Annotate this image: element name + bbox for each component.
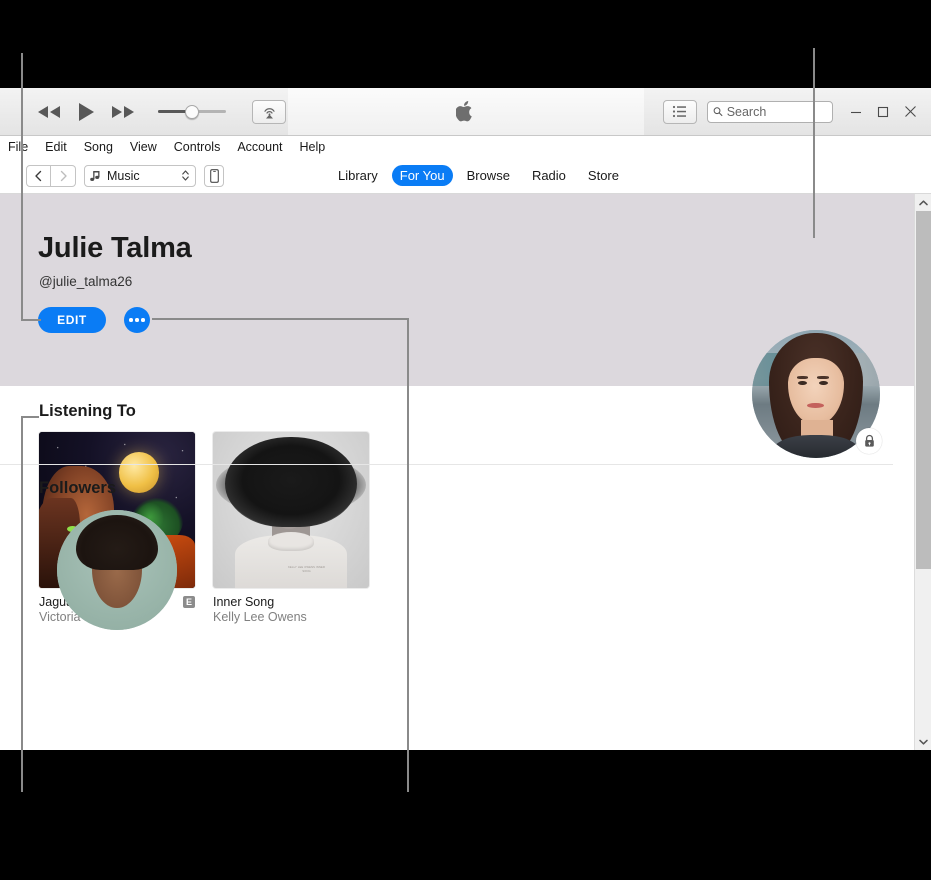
- album-artist: Kelly Lee Owens: [213, 610, 307, 624]
- player-toolbar: [0, 88, 931, 136]
- avatar-brow: [796, 376, 809, 379]
- chevron-left-icon: [35, 170, 42, 181]
- forward-button[interactable]: [51, 164, 76, 187]
- album-artwork-inner-song[interactable]: KELLY LEE OWENS INNER SONG: [213, 432, 369, 588]
- section-divider: [0, 464, 893, 465]
- phone-icon: [209, 168, 219, 183]
- volume-knob[interactable]: [185, 104, 199, 119]
- album-title: Inner Song: [213, 595, 275, 609]
- album-title-row: Inner Song: [213, 595, 369, 609]
- navigation-bar: Music Library For You Browse Radio Store: [0, 158, 931, 194]
- menu-bar: File Edit Song View Controls Account Hel…: [0, 136, 931, 158]
- fast-forward-button[interactable]: [110, 104, 136, 120]
- rewind-icon: [38, 105, 60, 118]
- menu-item-edit[interactable]: Edit: [45, 140, 67, 154]
- menu-item-song[interactable]: Song: [84, 140, 113, 154]
- scrollbar-thumb[interactable]: [916, 211, 931, 569]
- artwork-hair: [225, 436, 357, 528]
- airplay-icon: [263, 108, 275, 119]
- follower-avatar[interactable]: [57, 510, 177, 630]
- library-select[interactable]: Music: [84, 164, 196, 187]
- tab-store[interactable]: Store: [580, 165, 627, 186]
- artwork-canvas: KELLY LEE OWENS INNER SONG: [213, 432, 369, 588]
- followers-heading: Followers: [39, 479, 117, 497]
- chevron-updown-icon: [182, 170, 189, 181]
- callout-line-more-vertical: [407, 318, 409, 792]
- tab-library[interactable]: Library: [330, 165, 386, 186]
- fast-forward-icon: [112, 105, 134, 118]
- device-button[interactable]: [204, 164, 224, 187]
- menu-item-file[interactable]: File: [8, 140, 28, 154]
- close-button[interactable]: [901, 103, 919, 121]
- nav-arrows: [26, 164, 76, 187]
- menu-item-view[interactable]: View: [130, 140, 157, 154]
- minimize-button[interactable]: [847, 103, 865, 121]
- artwork-collar: [267, 531, 315, 551]
- chevron-down-icon: [919, 739, 928, 745]
- callout-line-listening-horizontal: [21, 416, 39, 418]
- profile-header: Julie Talma @julie_talma26 EDIT: [0, 194, 931, 458]
- apple-logo-icon: [456, 101, 472, 122]
- close-icon: [904, 106, 916, 117]
- privacy-lock-badge: [856, 428, 882, 454]
- callout-line-edit-vertical: [21, 53, 23, 321]
- vertical-scrollbar[interactable]: [914, 194, 931, 750]
- avatar-brow: [817, 376, 829, 379]
- up-next-button[interactable]: [663, 99, 697, 124]
- tab-browse[interactable]: Browse: [459, 165, 518, 186]
- volume-slider[interactable]: [158, 104, 226, 120]
- callout-line-more-horizontal: [152, 318, 409, 320]
- tab-for-you[interactable]: For You: [391, 165, 453, 186]
- search-icon: [713, 107, 723, 117]
- search-input[interactable]: [726, 104, 827, 119]
- explicit-badge: E: [183, 596, 195, 608]
- page-title: Julie Talma: [38, 232, 192, 264]
- profile-handle: @julie_talma26: [39, 274, 133, 289]
- maximize-icon: [877, 106, 889, 117]
- list-icon: [672, 105, 686, 118]
- play-button[interactable]: [76, 101, 96, 123]
- back-button[interactable]: [26, 164, 51, 187]
- avatar-shoulders: [772, 434, 860, 458]
- screenshot-root: File Edit Song View Controls Account Hel…: [0, 0, 931, 880]
- menu-item-controls[interactable]: Controls: [174, 140, 221, 154]
- tab-radio[interactable]: Radio: [524, 165, 574, 186]
- callout-line-edit-horizontal: [21, 319, 41, 321]
- listening-to-section: Listening To E KELLY LEE OWENS INNER SON…: [0, 386, 931, 624]
- more-dot: [141, 318, 145, 322]
- airplay-button[interactable]: [252, 99, 286, 124]
- avatar-mouth: [807, 402, 824, 409]
- more-dot: [135, 318, 139, 322]
- chevron-right-icon: [60, 170, 67, 181]
- content-area: Julie Talma @julie_talma26 EDIT Listenin…: [0, 194, 931, 750]
- more-options-button[interactable]: [124, 307, 150, 333]
- callout-line-listening-vertical: [21, 416, 23, 792]
- listening-to-heading: Listening To: [39, 402, 136, 420]
- minimize-icon: [851, 111, 861, 113]
- more-dot: [129, 318, 133, 322]
- artwork-cover-text: KELLY LEE OWENS INNER SONG: [288, 566, 326, 574]
- music-note-icon: [90, 170, 100, 181]
- library-select-value: Music: [107, 168, 140, 183]
- play-icon: [79, 102, 94, 121]
- album-item: KELLY LEE OWENS INNER SONG Inner Song Ke…: [213, 432, 369, 624]
- section-tabs: Library For You Browse Radio Store: [330, 165, 627, 186]
- menu-item-account[interactable]: Account: [237, 140, 282, 154]
- rewind-button[interactable]: [36, 104, 62, 120]
- lock-icon: [864, 434, 874, 447]
- menu-item-help[interactable]: Help: [300, 140, 326, 154]
- scroll-down-button[interactable]: [915, 733, 931, 750]
- itunes-window: File Edit Song View Controls Account Hel…: [0, 88, 931, 750]
- maximize-button[interactable]: [874, 103, 892, 121]
- window-controls: [847, 103, 919, 121]
- artwork-moon: [118, 452, 160, 493]
- scroll-up-button[interactable]: [915, 194, 931, 211]
- callout-line-avatar-vertical: [813, 48, 815, 238]
- edit-button[interactable]: EDIT: [38, 307, 106, 333]
- chevron-up-icon: [918, 199, 928, 205]
